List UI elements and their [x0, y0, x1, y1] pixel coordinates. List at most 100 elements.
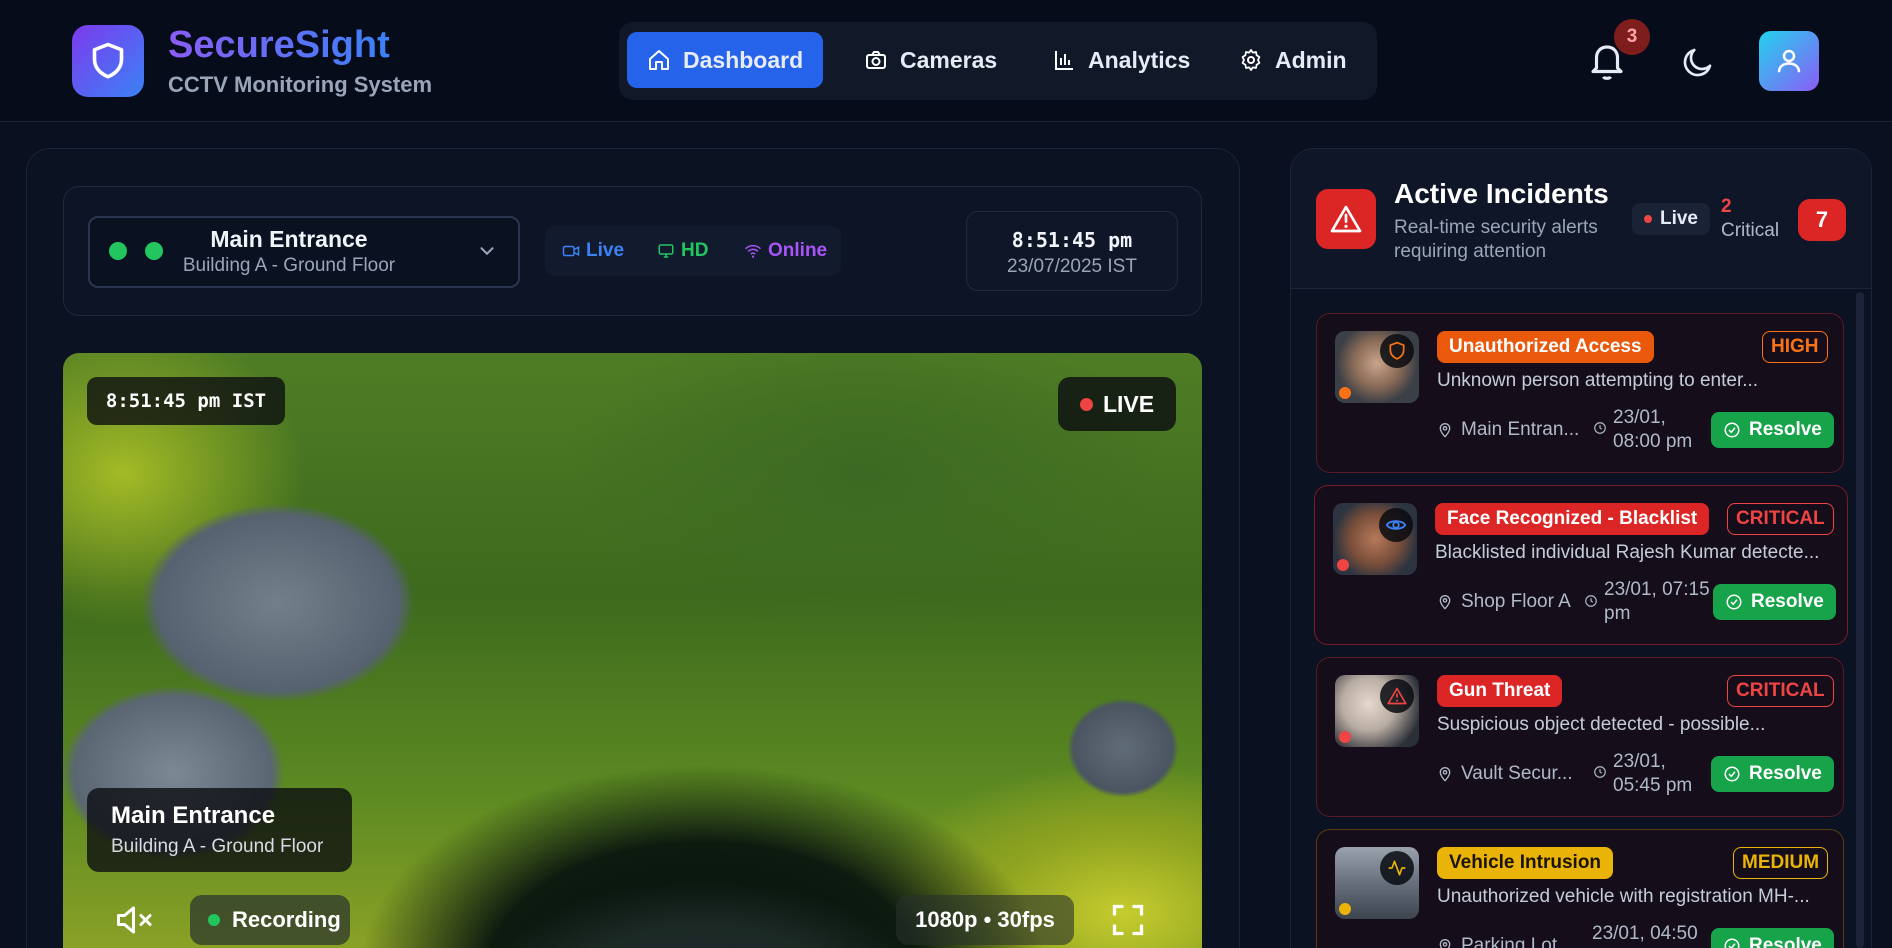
mute-button[interactable]	[114, 900, 156, 940]
fullscreen-button[interactable]	[1110, 902, 1146, 938]
video-icon	[562, 245, 580, 257]
severity-dot	[1339, 731, 1351, 743]
incident-time-line2: 05:45 pm	[1613, 775, 1693, 796]
alert-tile	[1316, 189, 1376, 249]
online-pill: Online	[744, 236, 827, 266]
severity-dot	[1339, 903, 1351, 915]
incident-type-badge: Vehicle Intrusion	[1437, 847, 1614, 879]
gear-icon	[1241, 49, 1261, 71]
incident-time-line2: 08:00 pm	[1613, 431, 1693, 452]
incidents-subtitle: Real-time security alerts requiring atte…	[1394, 217, 1598, 262]
map-pin-icon	[1439, 595, 1451, 610]
map-pin-icon	[1439, 939, 1451, 948]
incident-location-text: Shop Floor A	[1461, 591, 1571, 612]
check-circle-icon	[1726, 594, 1742, 610]
resolution-badge: 1080p • 30fps	[896, 895, 1074, 945]
live-dot	[1643, 215, 1652, 223]
resolve-label: Resolve	[1749, 763, 1822, 784]
severity-badge: MEDIUM	[1733, 847, 1829, 879]
fullscreen-icon	[1112, 904, 1144, 936]
incident-type-badge: Gun Threat	[1437, 675, 1563, 707]
nav-label: Admin	[1275, 46, 1347, 73]
incident-location-text: Main Entran...	[1461, 419, 1580, 440]
video-timestamp: 8:51:45 pm IST	[87, 377, 285, 425]
severity-badge: CRITICAL	[1727, 675, 1834, 707]
user-icon	[1777, 49, 1801, 73]
severity-dot	[1339, 387, 1351, 399]
nav-label: Dashboard	[683, 46, 804, 73]
resolve-label: Resolve	[1749, 935, 1822, 948]
nav-item-dashboard[interactable]: Dashboard	[627, 32, 824, 88]
clock-icon	[1594, 766, 1606, 778]
resolve-button[interactable]: Resolve	[1711, 928, 1834, 948]
live-pill: Live	[562, 236, 624, 266]
hd-pill: HD	[657, 236, 708, 266]
shield-icon	[92, 42, 124, 79]
nav-label: Analytics	[1088, 46, 1191, 73]
notification-count-badge: 3	[1614, 19, 1650, 55]
incident-location: Main Entran...	[1437, 419, 1579, 441]
live-indicator: LIVE	[1058, 377, 1176, 431]
nav-item-cameras[interactable]: Cameras	[844, 32, 1017, 88]
wifi-icon	[744, 244, 762, 258]
activity-icon	[1388, 860, 1406, 876]
map-pin-icon	[1439, 767, 1451, 782]
chevron-down-icon	[480, 247, 494, 256]
incident-location-text: Vault Secur...	[1461, 763, 1573, 784]
nav-item-admin[interactable]: Admin	[1219, 32, 1367, 88]
video-caption: Main Entrance Building A - Ground Floor	[87, 788, 352, 872]
incidents-live-badge: Live	[1632, 203, 1710, 235]
incident-time-line1: 23/01,	[1613, 751, 1666, 772]
home-icon	[649, 50, 669, 70]
incidents-title: Active Incidents	[1394, 178, 1609, 209]
video-caption-title: Main Entrance	[111, 802, 276, 829]
incident-description: Unknown person attempting to enter...	[1437, 370, 1759, 391]
incident-description: Unauthorized vehicle with registration M…	[1437, 886, 1810, 907]
resolve-button[interactable]: Resolve	[1711, 756, 1834, 792]
check-circle-icon	[1724, 422, 1740, 438]
incident-type-icon-badge	[1380, 334, 1414, 368]
incident-type-icon-badge	[1380, 851, 1414, 885]
nav-item-analytics[interactable]: Analytics	[1032, 32, 1210, 88]
app-subtitle: CCTV Monitoring System	[168, 72, 433, 97]
user-avatar-button[interactable]	[1759, 31, 1819, 91]
incident-type-badge: Unauthorized Access	[1437, 331, 1654, 363]
hd-pill-label: HD	[681, 240, 709, 261]
nav-label: Cameras	[900, 46, 998, 73]
incident-location: Vault Secur...	[1437, 763, 1573, 785]
live-indicator-label: LIVE	[1102, 390, 1155, 417]
recording-status: Recording	[190, 895, 350, 945]
incident-description: Blacklisted individual Rajesh Kumar dete…	[1435, 542, 1820, 563]
clock-time: 8:51:45 pm	[1011, 228, 1133, 252]
incident-time: 23/01, 04:50	[1592, 922, 1698, 946]
incident-time: 23/01, 08:00 pm	[1613, 406, 1692, 454]
resolve-button[interactable]: Resolve	[1713, 584, 1836, 620]
theme-toggle-button[interactable]	[1680, 44, 1716, 80]
severity-badge: HIGH	[1762, 331, 1828, 363]
incident-type-icon-badge	[1379, 508, 1413, 542]
warning-icon	[1330, 205, 1362, 233]
recording-dot	[208, 914, 220, 926]
critical-count: 2	[1721, 196, 1732, 217]
incident-description: Suspicious object detected - possible...	[1437, 714, 1766, 735]
incident-location: Shop Floor A	[1437, 591, 1571, 613]
total-incidents-badge: 7	[1798, 199, 1846, 241]
resolve-button[interactable]: Resolve	[1711, 412, 1834, 448]
clock-icon	[1594, 422, 1606, 434]
eye-icon	[1385, 520, 1407, 530]
app-logo[interactable]	[72, 25, 144, 97]
monitor-icon	[658, 244, 674, 258]
volume-mute-icon	[117, 906, 152, 934]
live-dot	[1079, 397, 1093, 411]
incident-time-line1: 23/01,	[1613, 407, 1666, 428]
online-pill-label: Online	[768, 240, 828, 261]
warning-icon	[1387, 687, 1407, 705]
camera-icon	[866, 51, 886, 69]
incident-time-line2: pm	[1604, 603, 1631, 624]
severity-dot	[1337, 559, 1349, 571]
incident-time: 23/01, 05:45 pm	[1613, 750, 1692, 798]
incident-type-badge: Face Recognized - Blacklist	[1435, 503, 1710, 535]
clock-icon	[1585, 595, 1597, 607]
current-time-display: 8:51:45 pm 23/07/2025 IST	[966, 211, 1178, 291]
incidents-scrollbar[interactable]	[1856, 292, 1864, 948]
